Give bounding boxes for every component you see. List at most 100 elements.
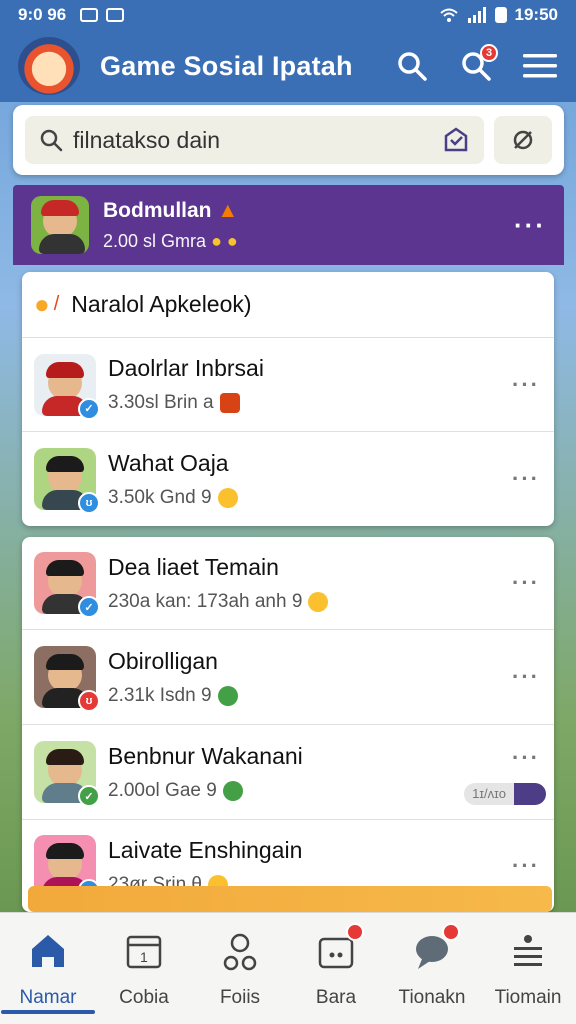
- avatar: ✓: [34, 741, 100, 807]
- search-box[interactable]: [25, 116, 484, 164]
- bottom-nav: Namar 1 Cobia Foiis Bara Tionakn Tiomain: [0, 912, 576, 1024]
- status-time: 9:0 96: [18, 5, 67, 24]
- featured-row[interactable]: Bodmullan ▲ 2.00 sl Gmra ● ● ···: [13, 185, 564, 265]
- avatar: ✓: [34, 353, 100, 420]
- contact-meta: 3.50k Gnd 9: [108, 487, 512, 509]
- status-time-right: 19:50: [514, 5, 558, 24]
- app-bar: Game Sosial Ipatah 3: [0, 30, 576, 102]
- more-options-button[interactable]: ···: [512, 855, 540, 877]
- search-panel: [13, 105, 564, 175]
- toggle-label: 1ɪ/ʌɪo: [464, 783, 514, 805]
- search-input[interactable]: [73, 126, 432, 154]
- wifi-icon: [439, 8, 458, 22]
- contact-name: Dea liaet Temain: [108, 553, 279, 580]
- contact-name: Obirolligan: [108, 647, 218, 674]
- notification-icon: [80, 8, 99, 22]
- featured-name: Bodmullan ▲: [103, 198, 239, 222]
- more-options-button[interactable]: ···: [512, 666, 540, 688]
- more-options-button[interactable]: ···: [512, 572, 540, 594]
- nav-friends[interactable]: Foiis: [192, 913, 288, 1024]
- friends-icon: [218, 929, 262, 973]
- check-emoji-icon: [222, 780, 243, 801]
- nav-badge: [346, 923, 364, 941]
- emoji-icon: ●: [34, 289, 50, 319]
- more-options-button[interactable]: ···: [512, 373, 540, 395]
- notifications-button[interactable]: 3: [458, 44, 498, 84]
- check-emoji-icon: [217, 685, 238, 706]
- verified-icon: ʊ: [78, 492, 100, 514]
- status-toggle[interactable]: 1ɪ/ʌɪo: [464, 783, 546, 805]
- nav-badge: [442, 923, 460, 941]
- avatar: [31, 196, 89, 254]
- avatar: ʊ: [34, 448, 100, 514]
- menu-button[interactable]: [522, 48, 558, 84]
- pencil-icon: /: [53, 293, 60, 315]
- nav-chat[interactable]: Tionakn: [384, 913, 480, 1024]
- verified-icon: ʊ: [78, 690, 100, 712]
- gift-icon: ▲: [217, 198, 239, 222]
- loading-indicator: [28, 886, 552, 912]
- filter-button[interactable]: [494, 116, 552, 164]
- contact-name: Laivate Enshingain: [108, 836, 303, 863]
- game-icon: [314, 923, 364, 973]
- calendar-icon: 1: [122, 929, 166, 973]
- chat-card-1: ● / Naralol Apkeleok) ✓ Daolrlar Inbrsai…: [22, 272, 554, 526]
- search-button[interactable]: [394, 48, 430, 84]
- active-indicator: [1, 1010, 95, 1014]
- nav-label: Namar: [19, 987, 77, 1008]
- sticker-icon[interactable]: [442, 126, 470, 154]
- verified-icon: ✓: [78, 785, 100, 807]
- nav-label: Tionakn: [398, 987, 466, 1008]
- list-item[interactable]: ʊ Obirolligan 2.31k Isdn 9 ···: [22, 630, 554, 725]
- contact-name: Benbnur Wakanani: [108, 742, 303, 769]
- app-logo[interactable]: [18, 37, 80, 95]
- nav-list[interactable]: Tiomain: [480, 913, 576, 1024]
- nav-label: Foiis: [219, 987, 261, 1008]
- smile-emoji-icon: [308, 591, 329, 612]
- nav-label: Bara: [315, 987, 357, 1008]
- nav-calendar[interactable]: 1 Cobia: [96, 913, 192, 1024]
- search-icon: [398, 52, 427, 81]
- list-header-row[interactable]: ● / Naralol Apkeleok): [22, 272, 554, 338]
- nav-game[interactable]: Bara: [288, 913, 384, 1024]
- contact-meta: 3.30sl Brin a: [108, 392, 512, 414]
- accessibility-icon: [513, 130, 533, 150]
- signal-icon: [467, 7, 486, 23]
- app-title: Game Sosial Ipatah: [100, 50, 353, 81]
- nav-home[interactable]: Namar: [0, 913, 96, 1024]
- list-item[interactable]: ✓ Benbnur Wakanani 2.00ol Gae 9 ··· 1ɪ/ʌ…: [22, 725, 554, 820]
- reaction-icons: ● ●: [211, 230, 238, 251]
- smile-emoji-icon: [217, 487, 238, 508]
- list-item[interactable]: ✓ Daolrlar Inbrsai 3.30sl Brin a ···: [22, 338, 554, 432]
- list-item[interactable]: ʊ Wahat Oaja 3.50k Gnd 9 ···: [22, 432, 554, 526]
- nav-label: Cobia: [119, 987, 169, 1008]
- verified-icon: ✓: [78, 596, 100, 618]
- status-bar: 9:0 96 19:50: [0, 0, 576, 30]
- contact-name: Daolrlar Inbrsai: [108, 355, 264, 381]
- svg-text:1: 1: [140, 949, 148, 965]
- search-icon: [40, 129, 63, 152]
- battery-icon: [494, 7, 507, 23]
- avatar: ʊ: [34, 646, 100, 712]
- more-options-button[interactable]: ···: [514, 212, 546, 238]
- list-item[interactable]: ✓ Dea liaet Temain 230a kan: 173ah anh 9…: [22, 537, 554, 630]
- avatar: ✓: [34, 552, 100, 618]
- contact-meta: 230a kan: 173ah anh 9: [108, 591, 512, 613]
- chat-card-2: ✓ Dea liaet Temain 230a kan: 173ah anh 9…: [22, 537, 554, 912]
- chat-icon: [410, 923, 460, 973]
- contact-meta: 2.00ol Gae 9: [108, 780, 512, 802]
- more-options-button[interactable]: ···: [512, 468, 540, 490]
- featured-meta: 2.00 sl Gmra ● ●: [103, 230, 238, 251]
- contact-meta: 2.31k Isdn 9: [108, 685, 512, 707]
- notification-badge: 3: [480, 44, 498, 62]
- list-icon: [506, 929, 550, 973]
- list-header-label: Naralol Apkeleok): [71, 291, 252, 317]
- verified-icon: ✓: [78, 397, 100, 420]
- gift-emoji-icon: [219, 393, 240, 413]
- hamburger-icon: [523, 54, 557, 78]
- more-options-button[interactable]: ···: [512, 747, 540, 769]
- home-icon: [26, 929, 70, 973]
- nav-label: Tiomain: [494, 987, 562, 1008]
- camera-icon: [106, 8, 125, 22]
- contact-name: Wahat Oaja: [108, 449, 229, 476]
